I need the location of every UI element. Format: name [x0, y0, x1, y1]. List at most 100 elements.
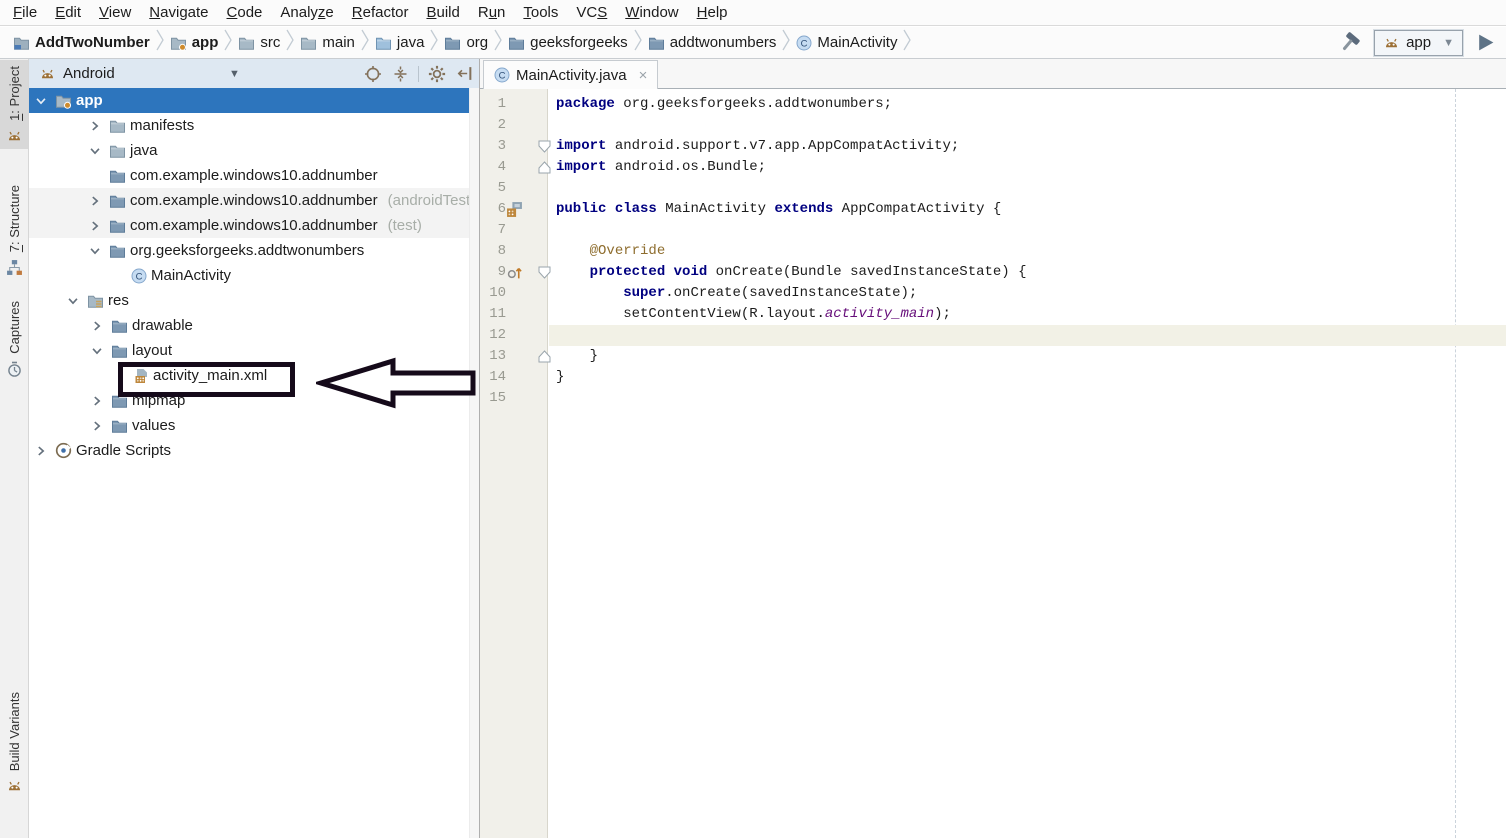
chevron-expanded-icon[interactable]: [85, 143, 105, 159]
stripe-tab-build-variants[interactable]: Build Variants: [0, 686, 28, 799]
chevron-collapsed-icon[interactable]: [87, 318, 107, 334]
menu-build[interactable]: Build: [417, 0, 468, 25]
chevron-collapsed-icon[interactable]: [87, 418, 107, 434]
package-folder-icon: [111, 318, 128, 334]
chevron-down-icon[interactable]: ▼: [229, 68, 240, 80]
folder-icon: [300, 35, 317, 51]
tree-item-java[interactable]: java: [29, 138, 479, 163]
stripe-tab-1-project[interactable]: 1: Project: [0, 60, 28, 149]
editor-body[interactable]: 123456789101112131415 package org.geeksf…: [480, 89, 1506, 838]
menu-file[interactable]: File: [4, 0, 46, 25]
menu-bar: FileEditViewNavigateCodeAnalyzeRefactorB…: [0, 0, 1506, 26]
folder-icon: [238, 35, 255, 51]
tree-item-mainactivity[interactable]: CMainActivity: [29, 263, 479, 288]
tree-item-com-example-windows10-addnumber[interactable]: com.example.windows10.addnumber: [29, 163, 479, 188]
locate-file-icon[interactable]: [364, 65, 382, 83]
editor-gutter: 123456789101112131415: [480, 89, 548, 838]
menu-run[interactable]: Run: [469, 0, 515, 25]
layout-file-icon[interactable]: [506, 201, 523, 218]
menu-vcs[interactable]: VCS: [567, 0, 616, 25]
menu-code[interactable]: Code: [218, 0, 272, 25]
navigation-toolbar: AddTwoNumber app src main javaorg geeksforgee…: [0, 27, 1506, 59]
tree-item-label: mipmap: [132, 392, 185, 409]
code-token: }: [556, 369, 564, 385]
gutter-row: 15: [480, 388, 547, 409]
breadcrumb-separator-icon: [493, 27, 503, 58]
chevron-collapsed-icon[interactable]: [85, 118, 105, 134]
run-configuration-select[interactable]: app ▼: [1374, 30, 1463, 56]
run-controls: app ▼: [1340, 30, 1496, 56]
menu-view[interactable]: View: [90, 0, 140, 25]
code-token: public: [556, 201, 606, 217]
tree-item-activity-main-xml[interactable]: activity_main.xml: [29, 363, 479, 388]
stripe-tab-captures[interactable]: Captures: [0, 295, 28, 384]
tree-item-com-example-windows10-addnumber[interactable]: com.example.windows10.addnumber(androidT…: [29, 188, 479, 213]
chevron-collapsed-icon[interactable]: [31, 443, 51, 459]
hide-panel-icon[interactable]: [455, 65, 473, 83]
folder-blue-icon: [375, 35, 392, 51]
tree-item-com-example-windows10-addnumber[interactable]: com.example.windows10.addnumber(test): [29, 213, 479, 238]
tree-item-manifests[interactable]: manifests: [29, 113, 479, 138]
line-number: 4: [498, 157, 506, 178]
chevron-expanded-icon[interactable]: [85, 243, 105, 259]
breadcrumb-src[interactable]: src: [235, 34, 283, 51]
stripe-tab-7-structure[interactable]: 7: Structure: [0, 179, 28, 282]
menu-help[interactable]: Help: [688, 0, 737, 25]
settings-gear-button[interactable]: ▼: [428, 65, 446, 83]
close-icon[interactable]: ×: [639, 67, 648, 84]
tree-item-org-geeksforgeeks-addtwonumbers[interactable]: org.geeksforgeeks.addtwonumbers: [29, 238, 479, 263]
code-token: .onCreate(savedInstanceState);: [665, 285, 917, 301]
breadcrumb-addtwonumber[interactable]: AddTwoNumber: [10, 34, 153, 51]
tree-item-gradle-scripts[interactable]: Gradle Scripts: [29, 438, 479, 463]
line-number: 13: [489, 346, 506, 367]
tree-item-app[interactable]: app: [29, 88, 479, 113]
tree-item-drawable[interactable]: drawable: [29, 313, 479, 338]
scrollbar-track[interactable]: [469, 88, 479, 838]
code-token: [556, 264, 590, 280]
class-icon: C: [131, 268, 147, 284]
menu-window[interactable]: Window: [616, 0, 687, 25]
tree-item-layout[interactable]: layout: [29, 338, 479, 363]
code-area[interactable]: package org.geeksforgeeks.addtwonumbers;…: [549, 89, 1506, 838]
breadcrumb-geeksforgeeks[interactable]: geeksforgeeks: [505, 34, 631, 51]
chevron-expanded-icon[interactable]: [31, 93, 51, 109]
chevron-collapsed-icon[interactable]: [87, 393, 107, 409]
override-icon[interactable]: [506, 264, 523, 281]
tab-mainactivity-java[interactable]: C MainActivity.java ×: [483, 60, 658, 89]
run-button[interactable]: [1475, 32, 1496, 53]
breadcrumb-label: main: [322, 34, 355, 51]
collapse-all-icon[interactable]: [391, 65, 409, 83]
tree-item-label: org.geeksforgeeks.addtwonumbers: [130, 242, 364, 259]
breadcrumb-addtwonumbers[interactable]: addtwonumbers: [645, 34, 780, 51]
breadcrumb-mainactivity[interactable]: CMainActivity: [793, 34, 900, 51]
chevron-expanded-icon[interactable]: [87, 343, 107, 359]
code-token: android.os.Bundle;: [606, 159, 766, 175]
code-line-2: [556, 115, 1506, 136]
code-token: }: [556, 348, 598, 364]
chevron-expanded-icon[interactable]: [63, 293, 83, 309]
line-number: 7: [498, 220, 506, 241]
menu-edit[interactable]: Edit: [46, 0, 90, 25]
tree-item-values[interactable]: values: [29, 413, 479, 438]
tree-item-res[interactable]: res: [29, 288, 479, 313]
breadcrumb-separator-icon: [633, 27, 643, 58]
project-view-mode[interactable]: Android: [63, 65, 115, 82]
menu-tools[interactable]: Tools: [514, 0, 567, 25]
build-hammer-icon[interactable]: [1340, 32, 1362, 54]
chevron-collapsed-icon[interactable]: [85, 218, 105, 234]
chevron-collapsed-icon[interactable]: [85, 193, 105, 209]
breadcrumb-org[interactable]: org: [441, 34, 491, 51]
tree-item-mipmap[interactable]: mipmap: [29, 388, 479, 413]
gutter-row: 2: [480, 115, 547, 136]
menu-navigate[interactable]: Navigate: [140, 0, 217, 25]
breadcrumb-java[interactable]: java: [372, 34, 428, 51]
breadcrumb-main[interactable]: main: [297, 34, 358, 51]
menu-analyze[interactable]: Analyze: [271, 0, 342, 25]
breadcrumb-app[interactable]: app: [167, 34, 222, 51]
breadcrumb-label: src: [260, 34, 280, 51]
menu-refactor[interactable]: Refactor: [343, 0, 418, 25]
android-icon: [39, 66, 56, 81]
code-line-3: import android.support.v7.app.AppCompatA…: [556, 136, 1506, 157]
code-line-13: }: [556, 346, 1506, 367]
project-panel-header: Android ▼ ▼: [29, 59, 479, 88]
